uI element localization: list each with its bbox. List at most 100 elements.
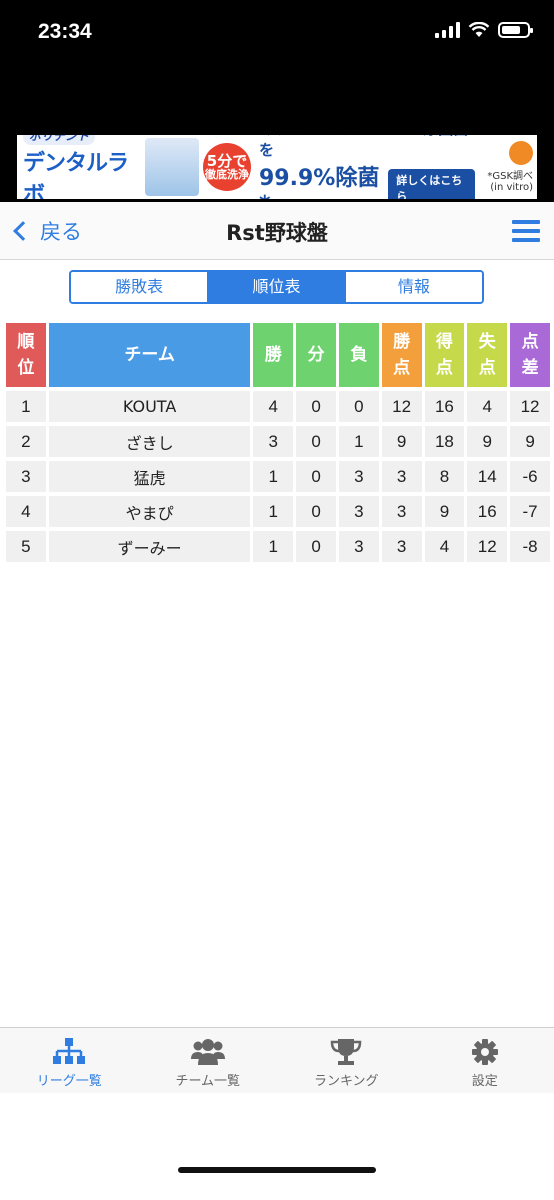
table-row[interactable]: 1 KOUTA 4 0 0 12 16 4 12 <box>6 391 550 422</box>
tab-info[interactable]: 情報 <box>345 272 482 302</box>
cell-runs-scored: 8 <box>424 461 465 492</box>
table-row[interactable]: 2 ざきし 3 0 1 9 18 9 9 <box>6 426 550 457</box>
tab-results[interactable]: 勝敗表 <box>71 272 209 302</box>
team-people-icon <box>190 1039 225 1065</box>
cell-run-diff: -6 <box>510 461 550 492</box>
home-indicator[interactable] <box>178 1167 376 1173</box>
ad-copy: マウスピースのニオイの原因菌を 99.9%除菌* 詳しくはこちら <box>251 135 475 199</box>
cell-rank: 4 <box>6 496 46 527</box>
league-tree-icon <box>53 1038 86 1064</box>
ad-brand: ポリデント デンタルラボ <box>17 135 145 199</box>
cell-losses: 1 <box>338 426 379 457</box>
cell-team: ずーみー <box>48 531 251 562</box>
header-runs-allowed: 失 点 <box>467 323 508 387</box>
ad-badge-top: 5分で <box>206 151 248 170</box>
cell-team: やまぴ <box>48 496 251 527</box>
cell-runs-allowed: 16 <box>467 496 508 527</box>
gsk-logo-icon <box>509 141 533 165</box>
cell-runs-allowed: 9 <box>467 426 508 457</box>
segmented-control: 勝敗表 順位表 情報 <box>69 270 484 304</box>
cell-rank: 5 <box>6 531 46 562</box>
cell-wins: 1 <box>253 496 294 527</box>
header-losses: 負 <box>338 323 379 387</box>
header-points: 勝 点 <box>381 323 422 387</box>
header-wins: 勝 <box>253 323 294 387</box>
ad-badge: 5分で 徹底洗浄 <box>203 143 251 191</box>
cell-runs-scored: 9 <box>424 496 465 527</box>
status-bar: 23:34 <box>0 0 554 70</box>
tab-team-list[interactable]: チーム一覧 <box>139 1028 278 1093</box>
navigation-bar: 戻る Rst野球盤 <box>0 202 554 260</box>
ad-banner[interactable]: ポリデント デンタルラボ 5分で 徹底洗浄 マウスピースのニオイの原因菌を 99… <box>17 135 537 199</box>
cell-points: 3 <box>381 531 422 562</box>
cell-rank: 1 <box>6 391 46 422</box>
table-row[interactable]: 3 猛虎 1 0 3 3 8 14 -6 <box>6 461 550 492</box>
cell-runs-allowed: 12 <box>467 531 508 562</box>
cell-run-diff: -8 <box>510 531 550 562</box>
header-run-diff: 点 差 <box>510 323 550 387</box>
cell-team: KOUTA <box>48 391 251 422</box>
tab-league-list[interactable]: リーグ一覧 <box>0 1028 139 1093</box>
header-team: チーム <box>48 323 251 387</box>
wifi-icon <box>468 22 490 37</box>
ad-note-line2: (in vitro) <box>490 182 533 193</box>
standings-table: 順 位チーム勝分負勝 点得 点失 点点 差 1 KOUTA 4 0 0 12 16 4 12 2 ざ… <box>3 319 553 566</box>
cell-run-diff: 9 <box>510 426 550 457</box>
hamburger-menu-button[interactable] <box>512 220 540 242</box>
tab-settings-label: 設定 <box>471 1074 498 1089</box>
cell-runs-allowed: 4 <box>467 391 508 422</box>
cell-runs-scored: 16 <box>424 391 465 422</box>
cell-rank: 2 <box>6 426 46 457</box>
ad-product-image <box>145 138 199 196</box>
table-row[interactable]: 5 ずーみー 1 0 3 3 4 12 -8 <box>6 531 550 562</box>
table-body: 1 KOUTA 4 0 0 12 16 4 12 2 ざきし 3 0 1 9 18 9 9 3 猛虎 1 0 3 3 8 14 -6… <box>6 391 550 562</box>
cellular-signal-icon <box>435 22 460 38</box>
cell-team: 猛虎 <box>48 461 251 492</box>
table-header-row: 順 位チーム勝分負勝 点得 点失 点点 差 <box>6 323 550 387</box>
cell-wins: 4 <box>253 391 294 422</box>
tab-standings[interactable]: 順位表 <box>208 272 346 302</box>
gear-icon <box>471 1039 498 1065</box>
cell-runs-scored: 4 <box>424 531 465 562</box>
bottom-safe-area <box>0 1093 554 1200</box>
tab-league-list-label: リーグ一覧 <box>36 1074 102 1089</box>
ad-area: ポリデント デンタルラボ 5分で 徹底洗浄 マウスピースのニオイの原因菌を 99… <box>0 70 554 202</box>
tab-ranking[interactable]: ランキング <box>277 1028 416 1093</box>
cell-draws: 0 <box>296 461 336 492</box>
cell-wins: 1 <box>253 531 294 562</box>
tab-settings[interactable]: 設定 <box>416 1028 554 1093</box>
ad-cta-button[interactable]: 詳しくはこちら <box>388 169 475 199</box>
cell-draws: 0 <box>296 391 336 422</box>
cell-losses: 3 <box>338 531 379 562</box>
status-time: 23:34 <box>38 20 92 43</box>
cell-losses: 3 <box>338 461 379 492</box>
ad-claim: 99.9%除菌* <box>259 165 380 200</box>
battery-icon <box>498 22 533 38</box>
cell-draws: 0 <box>296 426 336 457</box>
header-draws: 分 <box>296 323 336 387</box>
cell-run-diff: 12 <box>510 391 550 422</box>
cell-points: 3 <box>381 461 422 492</box>
cell-wins: 3 <box>253 426 294 457</box>
page-title: Rst野球盤 <box>226 221 328 245</box>
cell-losses: 0 <box>338 391 379 422</box>
cell-points: 9 <box>381 426 422 457</box>
ad-note-line1: *GSK調べ <box>487 171 533 182</box>
cell-draws: 0 <box>296 496 336 527</box>
tab-team-list-label: チーム一覧 <box>175 1074 241 1089</box>
table-row[interactable]: 4 やまぴ 1 0 3 3 9 16 -7 <box>6 496 550 527</box>
status-icons <box>435 22 533 38</box>
bottom-tab-bar: リーグ一覧 チーム一覧 ランキング 設定 <box>0 1027 554 1093</box>
cell-team: ざきし <box>48 426 251 457</box>
tab-ranking-label: ランキング <box>313 1074 379 1089</box>
header-runs-scored: 得 点 <box>424 323 465 387</box>
cell-run-diff: -7 <box>510 496 550 527</box>
cell-wins: 1 <box>253 461 294 492</box>
cell-runs-scored: 18 <box>424 426 465 457</box>
trophy-icon <box>330 1039 362 1065</box>
app-screen: 戻る Rst野球盤 勝敗表 順位表 情報 順 位チーム勝分負勝 点得 点失 点点… <box>0 202 554 1200</box>
header-rank: 順 位 <box>6 323 46 387</box>
cell-points: 12 <box>381 391 422 422</box>
cell-points: 3 <box>381 496 422 527</box>
cell-losses: 3 <box>338 496 379 527</box>
